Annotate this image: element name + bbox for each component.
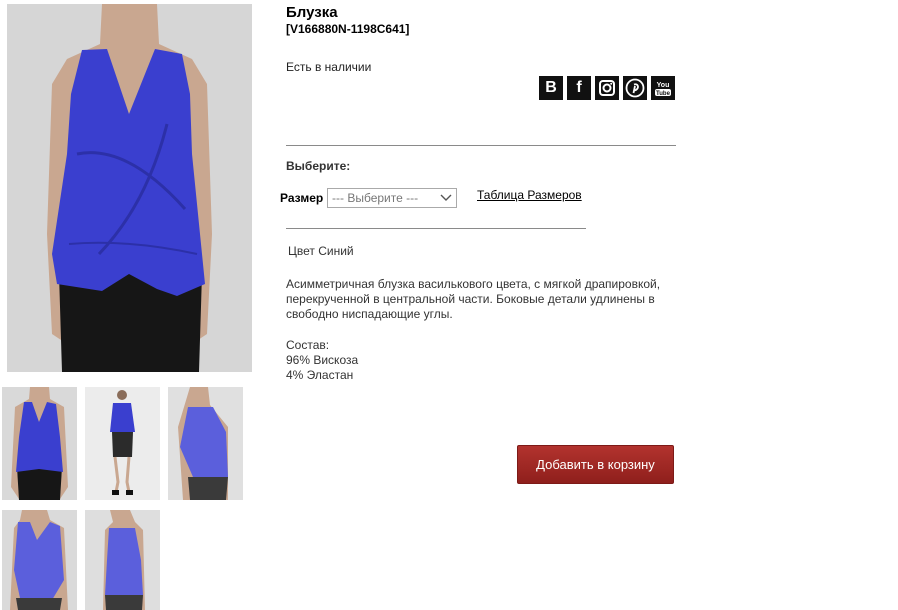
- composition-line: 4% Эластан: [286, 368, 354, 382]
- facebook-icon[interactable]: f: [567, 76, 591, 100]
- color-info: Цвет Синий: [288, 244, 354, 258]
- thumbnail-image: [103, 510, 145, 610]
- thumbnail-image: [10, 510, 68, 610]
- product-title: Блузка: [286, 4, 338, 21]
- social-share-bar: B f You Tube: [539, 76, 675, 100]
- svg-text:Tube: Tube: [656, 91, 671, 97]
- composition-title: Состав:: [286, 338, 330, 352]
- product-thumbnail-4[interactable]: [2, 510, 77, 610]
- svg-text:You: You: [657, 82, 670, 89]
- blouse-model-image: [7, 4, 252, 372]
- product-thumbnail-1[interactable]: [2, 387, 77, 500]
- thumbnail-image: [11, 387, 68, 500]
- size-label: Размер: [280, 191, 324, 205]
- size-select-value: --- Выберите ---: [332, 191, 419, 205]
- product-thumbnail-2[interactable]: [85, 387, 160, 500]
- add-to-cart-button[interactable]: Добавить в корзину: [517, 445, 674, 484]
- size-chart-link[interactable]: Таблица Размеров: [477, 188, 582, 202]
- divider: [286, 228, 586, 229]
- chevron-down-icon: [440, 194, 452, 201]
- youtube-icon[interactable]: You Tube: [651, 76, 675, 100]
- thumbnail-image: [178, 387, 228, 500]
- product-description: Асимметричная блузка василькового цвета,…: [286, 277, 661, 321]
- composition-line: 96% Вискоза: [286, 353, 359, 367]
- divider: [286, 145, 676, 146]
- vk-icon[interactable]: B: [539, 76, 563, 100]
- main-product-photo: [7, 4, 252, 372]
- pinterest-icon[interactable]: [623, 76, 647, 100]
- size-select[interactable]: --- Выберите ---: [327, 188, 457, 208]
- product-thumbnail-3[interactable]: [168, 387, 243, 500]
- options-heading: Выберите:: [286, 159, 351, 173]
- product-sku: [V166880N-1198C641]: [286, 22, 410, 36]
- instagram-icon[interactable]: [595, 76, 619, 100]
- stock-status: Есть в наличии: [286, 60, 372, 74]
- thumbnail-image: [110, 390, 135, 495]
- product-thumbnail-5[interactable]: [85, 510, 160, 610]
